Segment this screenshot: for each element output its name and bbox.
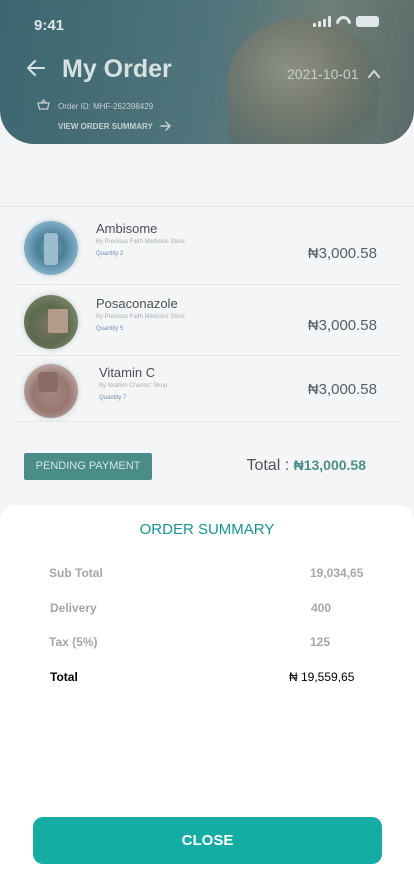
order-summary-sheet: ORDER SUMMARY Sub Total 19,034,65 Delive… — [0, 505, 414, 878]
summary-total-value: ₦ 19,559,65 — [289, 670, 355, 684]
summary-total-label: Total — [50, 670, 78, 684]
sheet-title: ORDER SUMMARY — [139, 521, 275, 538]
summary-label: Sub Total — [49, 566, 103, 580]
summary-value: 400 — [311, 601, 332, 615]
close-button[interactable]: CLOSE — [33, 817, 382, 864]
summary-label: Delivery — [50, 601, 97, 615]
summary-label: Tax (5%) — [49, 635, 98, 649]
summary-value: 19,034,65 — [310, 566, 364, 580]
summary-value: 125 — [310, 635, 331, 649]
